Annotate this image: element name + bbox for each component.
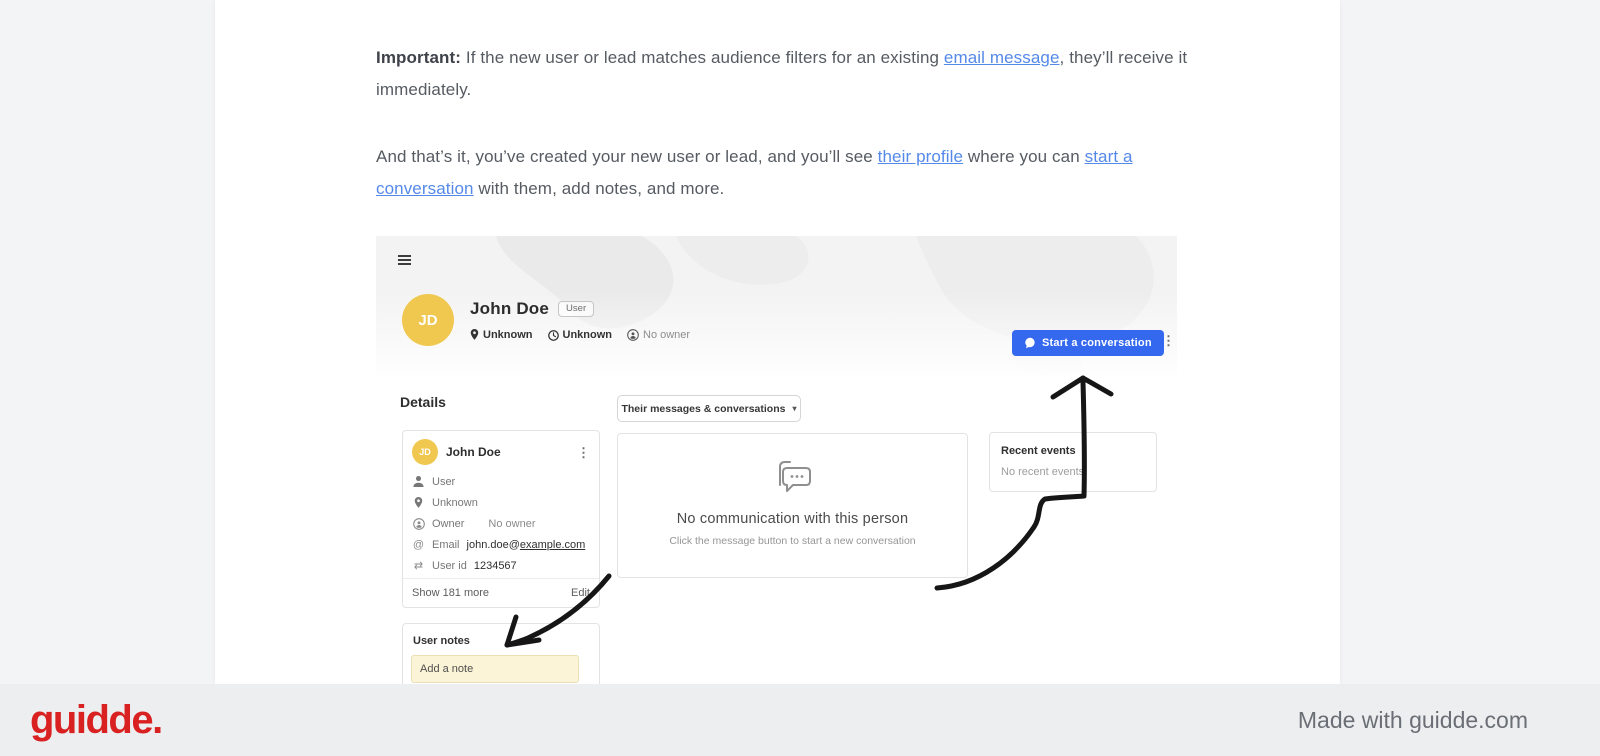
user-detail-card: JD John Doe ⋮ User Unknown Owner No owne…	[402, 430, 600, 608]
messages-filter-dropdown[interactable]: Their messages & conversations ▾	[617, 395, 801, 422]
chevron-down-icon: ▾	[792, 404, 797, 413]
email-user-part: john.doe@	[466, 538, 520, 551]
detail-card-footer: Show 181 more Edit	[403, 578, 599, 607]
detail-card-more-options-icon[interactable]: ⋮	[577, 446, 590, 459]
email-value[interactable]: john.doe@example.com	[467, 539, 586, 551]
important-label: Important:	[376, 48, 462, 67]
location-value: Unknown	[432, 496, 478, 509]
guidde-logo[interactable]: guidde.	[30, 698, 163, 743]
menu-icon[interactable]	[398, 255, 411, 268]
last-seen-value: Unknown	[562, 329, 613, 341]
detail-card-header: JD John Doe ⋮	[403, 431, 599, 471]
last-seen-meta: Unknown	[547, 329, 613, 341]
recent-events-title: Recent events	[1001, 445, 1076, 457]
details-heading: Details	[400, 394, 446, 410]
no-communication-subtitle: Click the message button to start a new …	[669, 535, 916, 547]
paragraph-important: Important: If the new user or lead match…	[376, 42, 1188, 106]
header-more-options-icon[interactable]: ⋮	[1162, 334, 1175, 347]
detail-card-name: John Doe	[446, 445, 501, 459]
profile-screenshot: JD John Doe User Unknown Unknown No owne…	[376, 236, 1177, 684]
profile-name-row: John Doe User	[470, 299, 595, 319]
paragraph1-text-a: If the new user or lead matches audience…	[461, 48, 944, 67]
paragraph2-text-a: And that’s it, you’ve created your new u…	[376, 147, 878, 166]
owner-value: No owner	[488, 517, 536, 530]
location-pin-icon	[470, 329, 479, 340]
user-notes-title: User notes	[413, 635, 470, 647]
clock-icon	[547, 329, 559, 341]
email-message-link[interactable]: email message	[944, 48, 1060, 67]
content-card: Important: If the new user or lead match…	[215, 0, 1340, 684]
user-type-badge: User	[558, 301, 595, 317]
owner-value: No owner	[643, 329, 691, 341]
made-with-guidde-link[interactable]: Made with guidde.com	[1298, 707, 1528, 734]
avatar-initials: JD	[418, 311, 438, 329]
owner-label: Owner	[432, 517, 465, 530]
paragraph2-text-b: where you can	[963, 147, 1085, 166]
chat-bubble-icon	[1025, 337, 1035, 349]
add-note-input[interactable]	[411, 655, 579, 683]
email-domain-part: example.com	[519, 538, 586, 551]
user-notes-card: User notes	[402, 623, 600, 684]
paragraph2-text-c: with them, add notes, and more.	[473, 179, 725, 198]
location-value: Unknown	[483, 329, 533, 341]
owner-icon	[627, 329, 639, 341]
person-icon	[413, 476, 424, 487]
edit-button[interactable]: Edit	[571, 587, 590, 599]
recent-events-card: Recent events No recent events	[989, 432, 1157, 492]
start-conversation-label: Start a conversation	[1042, 337, 1152, 349]
location-pin-icon	[414, 496, 423, 508]
userid-label: User id	[432, 559, 467, 572]
profile-meta-row: Unknown Unknown No owner	[470, 329, 690, 341]
detail-row-email: @ Email john.doe@example.com	[403, 534, 599, 555]
owner-meta: No owner	[627, 329, 690, 341]
detail-avatar-initials: JD	[419, 447, 431, 457]
show-more-button[interactable]: Show 181 more	[412, 587, 489, 599]
owner-icon	[412, 517, 425, 530]
user-id-icon: ⇄	[413, 560, 424, 572]
avatar: JD	[402, 294, 454, 346]
paragraph-conclusion: And that’s it, you’ve created your new u…	[376, 141, 1188, 205]
conversations-card: No communication with this person Click …	[617, 433, 968, 578]
recent-events-empty: No recent events	[1001, 466, 1085, 478]
type-value: User	[432, 475, 456, 488]
profile-header: JD John Doe User Unknown Unknown No owne…	[376, 236, 1177, 375]
detail-row-userid: ⇄ User id 1234567	[403, 555, 599, 576]
profile-name: John Doe	[470, 299, 550, 318]
their-profile-link[interactable]: their profile	[878, 147, 963, 166]
start-conversation-button[interactable]: Start a conversation	[1012, 330, 1164, 356]
no-communication-title: No communication with this person	[676, 511, 909, 527]
detail-card-avatar: JD	[412, 439, 438, 465]
userid-value: 1234567	[473, 559, 517, 572]
email-label: Email	[432, 538, 460, 551]
footer: guidde. Made with guidde.com	[0, 684, 1600, 756]
detail-row-type: User	[403, 471, 599, 492]
empty-conversation-icon	[778, 461, 811, 492]
location-meta: Unknown	[470, 329, 533, 341]
at-sign-icon: @	[412, 538, 425, 551]
detail-row-owner: Owner No owner	[403, 513, 599, 534]
messages-filter-label: Their messages & conversations	[621, 402, 786, 415]
detail-row-location: Unknown	[403, 492, 599, 513]
